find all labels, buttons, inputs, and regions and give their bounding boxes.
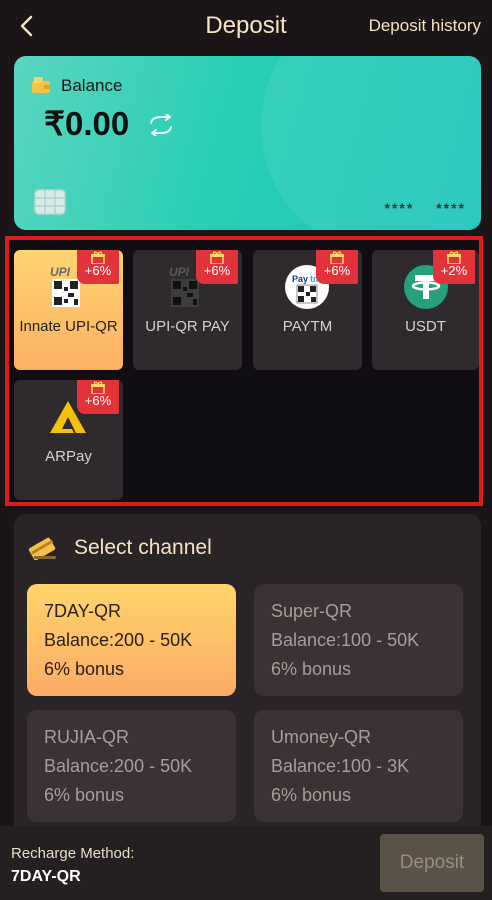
channel-bonus: 6% bonus (271, 785, 352, 805)
channel-name: Umoney-QR (271, 727, 372, 747)
channel-balance: Balance:100 - 3K (271, 756, 410, 776)
wallet-icon (32, 77, 50, 93)
method-label: USDT (405, 318, 446, 335)
channel-bonus: 6% bonus (44, 659, 125, 679)
card-icon (28, 537, 56, 560)
method-label: UPI-QR PAY (145, 318, 230, 335)
select-channel-title: Select channel (74, 536, 212, 559)
method-label: Innate UPI-QR (19, 318, 118, 335)
bonus-badge: +6% (77, 250, 119, 284)
channel-bonus: 6% bonus (271, 659, 352, 679)
method-arpay[interactable]: ARPay +6% (14, 380, 123, 500)
channel-name: RUJIA-QR (44, 727, 129, 747)
channel-panel: Select channel 7DAY-QR Balance:200 - 50K… (14, 514, 481, 844)
balance-label: Balance (61, 76, 123, 95)
channel-super-qr[interactable]: Super-QR Balance:100 - 50K 6% bonus (254, 584, 463, 696)
back-button[interactable] (12, 10, 42, 42)
chevron-left-icon (20, 15, 33, 37)
method-paytm[interactable]: Pay tm PAYTM +6% (253, 250, 362, 370)
bonus-badge: +6% (77, 380, 119, 414)
balance-amount: ₹0.00 (44, 105, 130, 142)
deposit-button[interactable]: Deposit (380, 834, 484, 892)
method-usdt[interactable]: USDT +2% (372, 250, 479, 370)
balance-card: Balance ₹0.00 **** **** (14, 56, 481, 230)
header: Deposit Deposit history (0, 0, 492, 52)
channel-balance: Balance:200 - 50K (44, 630, 193, 650)
bonus-badge: +6% (316, 250, 358, 284)
channel-name: Super-QR (271, 601, 353, 621)
channel-7day-qr[interactable]: 7DAY-QR Balance:200 - 50K 6% bonus (27, 584, 236, 696)
deposit-history-link[interactable]: Deposit history (369, 16, 481, 36)
method-innate-upi-qr[interactable]: UPI Innate UPI-QR +6% (14, 250, 123, 370)
svg-text:Pay: Pay (292, 274, 308, 284)
method-upi-qr-pay[interactable]: UPI UPI-QR PAY +6% (133, 250, 242, 370)
bonus-badge: +2% (433, 250, 475, 284)
footer-bar: Recharge Method: 7DAY-QR Deposit (0, 826, 492, 900)
card-chip-icon (34, 189, 66, 215)
svg-text:UPI: UPI (50, 265, 71, 279)
channel-balance: Balance:100 - 50K (271, 630, 420, 650)
channel-umoney-qr[interactable]: Umoney-QR Balance:100 - 3K 6% bonus (254, 710, 463, 822)
method-label: ARPay (45, 448, 92, 465)
card-number: **** **** (384, 200, 466, 216)
payment-methods: UPI Innate UPI-QR +6% UPI UPI-QR PAY +6%… (5, 236, 483, 506)
method-label: PAYTM (282, 318, 333, 335)
svg-text:UPI: UPI (169, 265, 190, 279)
bonus-badge: +6% (196, 250, 238, 284)
recharge-method-value: 7DAY-QR (11, 868, 81, 885)
refresh-icon[interactable] (147, 114, 175, 136)
channel-balance: Balance:200 - 50K (44, 756, 193, 776)
recharge-method-label: Recharge Method: (11, 845, 135, 862)
channel-rujia-qr[interactable]: RUJIA-QR Balance:200 - 50K 6% bonus (27, 710, 236, 822)
channel-name: 7DAY-QR (44, 601, 122, 621)
channel-bonus: 6% bonus (44, 785, 125, 805)
page-title: Deposit (205, 12, 287, 39)
